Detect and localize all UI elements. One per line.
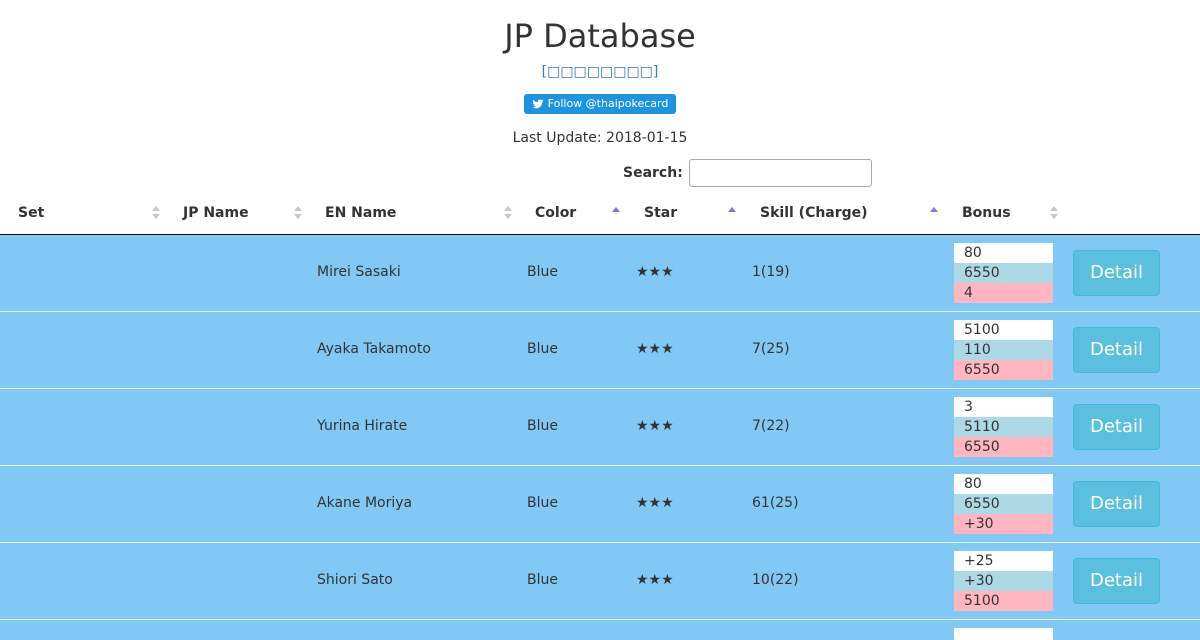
- cell-color: Blue: [527, 572, 558, 588]
- cell-star: ★★★: [636, 418, 674, 434]
- twitter-bird-icon: [532, 99, 544, 109]
- column-header-color[interactable]: Color: [535, 194, 576, 234]
- bonus-value: +30: [954, 571, 1053, 591]
- cell-star: ★★★: [636, 495, 674, 511]
- cell-en-name: Yurina Hirate: [317, 418, 408, 434]
- detail-button[interactable]: Detail: [1073, 404, 1160, 450]
- search-input[interactable]: [688, 159, 872, 187]
- bonus-value: 80: [954, 243, 1053, 263]
- cell-skill: 10(22): [752, 572, 799, 588]
- sort-icon[interactable]: [504, 206, 512, 222]
- bonus-stack: 5100 110 6550: [954, 320, 1053, 380]
- cell-en-name: Ayaka Takamoto: [317, 341, 431, 357]
- table-row: Yurina Hirate Blue ★★★ 7(22) 3 5110 6550 Detail: [0, 389, 1200, 466]
- follow-label: Follow @thaipokecard: [547, 97, 669, 110]
- cell-color: Blue: [527, 495, 558, 511]
- column-header-jp-name[interactable]: JP Name: [183, 194, 249, 234]
- sort-icon[interactable]: [612, 206, 620, 222]
- bonus-stack: +25 +30 5100: [954, 551, 1053, 611]
- detail-button[interactable]: Detail: [1073, 327, 1160, 373]
- bonus-value: 3: [954, 397, 1053, 417]
- bonus-value: 6550: [954, 360, 1053, 380]
- sort-icon[interactable]: [1050, 206, 1058, 222]
- cell-skill: 7(22): [752, 418, 790, 434]
- bonus-value: 80: [954, 474, 1053, 494]
- bonus-value: 5100: [954, 591, 1053, 611]
- table-body: Mirei Sasaki Blue ★★★ 1(19) 80 6550 4 Detail Aya…: [0, 235, 1200, 640]
- cell-star: ★★★: [636, 341, 674, 357]
- cell-color: Blue: [527, 264, 558, 280]
- cell-skill: 61(25): [752, 495, 799, 511]
- twitter-follow-button[interactable]: Follow @thaipokecard: [523, 94, 677, 114]
- detail-button[interactable]: Detail: [1073, 558, 1160, 604]
- bonus-stack: 80 6550 4: [954, 243, 1053, 303]
- search-box: Search:: [623, 159, 872, 187]
- sort-icon[interactable]: [930, 206, 938, 222]
- sort-icon[interactable]: [294, 206, 302, 222]
- cell-star: ★★★: [636, 264, 674, 280]
- column-header-en-name[interactable]: EN Name: [325, 194, 396, 234]
- cell-star: ★★★: [636, 572, 674, 588]
- cell-skill: 7(25): [752, 341, 790, 357]
- detail-button[interactable]: Detail: [1073, 250, 1160, 296]
- bonus-value: +25: [954, 551, 1053, 571]
- detail-button[interactable]: Detail: [1073, 481, 1160, 527]
- column-header-set[interactable]: Set: [18, 194, 44, 234]
- bonus-value: 5100: [954, 320, 1053, 340]
- sort-icon[interactable]: [152, 206, 160, 222]
- bonus-value: 110: [954, 340, 1053, 360]
- bonus-value: 5110: [954, 417, 1053, 437]
- search-label: Search:: [623, 165, 683, 181]
- table-header: Set JP Name EN Name Color Star Skill (Charge)…: [0, 194, 1200, 235]
- bonus-value: 6550: [954, 263, 1053, 283]
- cell-en-name: Shiori Sato: [317, 572, 393, 588]
- bonus-value: +30: [954, 514, 1053, 534]
- column-header-skill[interactable]: Skill (Charge): [760, 194, 868, 234]
- bonus-stack: 80 6550 +30: [954, 474, 1053, 534]
- bonus-value: 6550: [954, 494, 1053, 514]
- page-title: JP Database: [504, 17, 696, 55]
- column-header-star[interactable]: Star: [644, 194, 677, 234]
- table-row: Akane Moriya Blue ★★★ 61(25) 80 6550 +30 Detail: [0, 466, 1200, 543]
- cell-color: Blue: [527, 418, 558, 434]
- jp-version-link[interactable]: [□□□□□□□□]: [0, 62, 1200, 82]
- last-update: Last Update: 2018-01-15: [512, 130, 688, 146]
- table-row: Shiori Sato Blue ★★★ 10(22) +25 +30 5100 Detail: [0, 543, 1200, 620]
- table-row: Ayaka Takamoto Blue ★★★ 7(25) 5100 110 6550 Det…: [0, 312, 1200, 389]
- bonus-value: 6550: [954, 437, 1053, 457]
- column-header-bonus[interactable]: Bonus: [962, 194, 1011, 234]
- cell-en-name: Akane Moriya: [317, 495, 413, 511]
- table-row-partial: [0, 620, 1200, 640]
- cell-en-name: Mirei Sasaki: [317, 264, 401, 280]
- bonus-stack: 3 5110 6550: [954, 397, 1053, 457]
- cell-color: Blue: [527, 341, 558, 357]
- bonus-value: 4: [954, 283, 1053, 303]
- table-row: Mirei Sasaki Blue ★★★ 1(19) 80 6550 4 Detail: [0, 235, 1200, 312]
- sort-icon[interactable]: [728, 206, 736, 222]
- follow-wrap: Follow @thaipokecard: [0, 94, 1200, 114]
- cell-skill: 1(19): [752, 264, 790, 280]
